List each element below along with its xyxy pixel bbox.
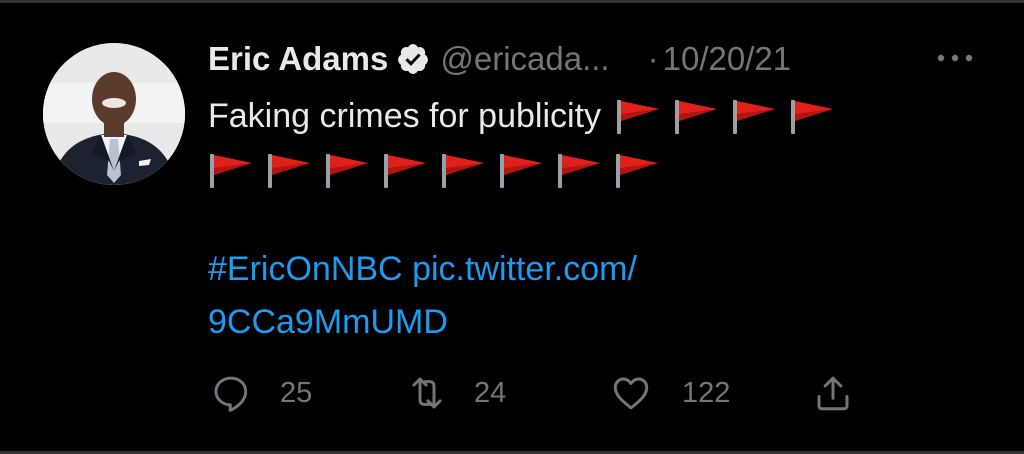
reply-count: 25 bbox=[280, 376, 313, 409]
text-line-1: Faking crimes for publicity bbox=[208, 92, 988, 140]
avatar-photo bbox=[43, 43, 185, 185]
like-count: 122 bbox=[682, 376, 731, 409]
separator-dot: · bbox=[647, 40, 659, 77]
tweet-date[interactable]: 10/20/21 bbox=[663, 40, 791, 78]
red-flag-emoji bbox=[733, 100, 776, 134]
tweet-text: Faking crimes for publicity bbox=[208, 92, 988, 194]
pic-link-part1[interactable]: pic.twitter.com/ bbox=[412, 250, 637, 288]
red-flag-emoji bbox=[558, 154, 600, 188]
red-flag-emoji bbox=[268, 154, 310, 188]
like-icon bbox=[613, 377, 649, 410]
tweet-header: Eric Adams @ericada... · 10/20/21 bbox=[208, 36, 791, 82]
profile-avatar[interactable] bbox=[43, 43, 185, 185]
red-flag-emoji bbox=[675, 100, 718, 134]
flag-emoji-group-1 bbox=[615, 97, 847, 135]
retweet-count: 24 bbox=[474, 376, 507, 409]
flag-emoji-group-2 bbox=[208, 151, 672, 189]
red-flag-emoji bbox=[384, 154, 426, 188]
red-flag-emoji bbox=[210, 154, 252, 188]
red-flag-emoji bbox=[617, 100, 660, 134]
share-icon bbox=[817, 376, 849, 411]
link-line-1: #EricOnNBC pic.twitter.com/ bbox=[208, 250, 637, 289]
display-name[interactable]: Eric Adams bbox=[208, 40, 388, 78]
retweet-button[interactable]: 24 bbox=[406, 370, 506, 416]
top-divider bbox=[0, 0, 1024, 3]
hashtag-link[interactable]: #EricOnNBC bbox=[208, 250, 403, 288]
pic-link-part2[interactable]: 9CCa9MmUMD bbox=[208, 303, 448, 341]
red-flag-emoji bbox=[616, 154, 658, 188]
more-options-icon[interactable] bbox=[935, 48, 975, 68]
text-line-2 bbox=[208, 146, 988, 194]
link-line-2: 9CCa9MmUMD bbox=[208, 303, 448, 342]
like-button[interactable]: 122 bbox=[610, 370, 730, 416]
handle[interactable]: @ericada... bbox=[440, 40, 609, 78]
retweet-icon bbox=[412, 377, 442, 409]
verified-badge-icon bbox=[398, 44, 429, 74]
reply-icon bbox=[214, 376, 248, 412]
red-flag-emoji bbox=[442, 154, 484, 188]
reply-button[interactable]: 25 bbox=[210, 370, 312, 416]
red-flag-emoji bbox=[326, 154, 368, 188]
tweet-text-content: Faking crimes for publicity bbox=[208, 97, 602, 135]
red-flag-emoji bbox=[791, 100, 834, 134]
red-flag-emoji bbox=[500, 154, 542, 188]
share-button[interactable] bbox=[812, 370, 854, 416]
